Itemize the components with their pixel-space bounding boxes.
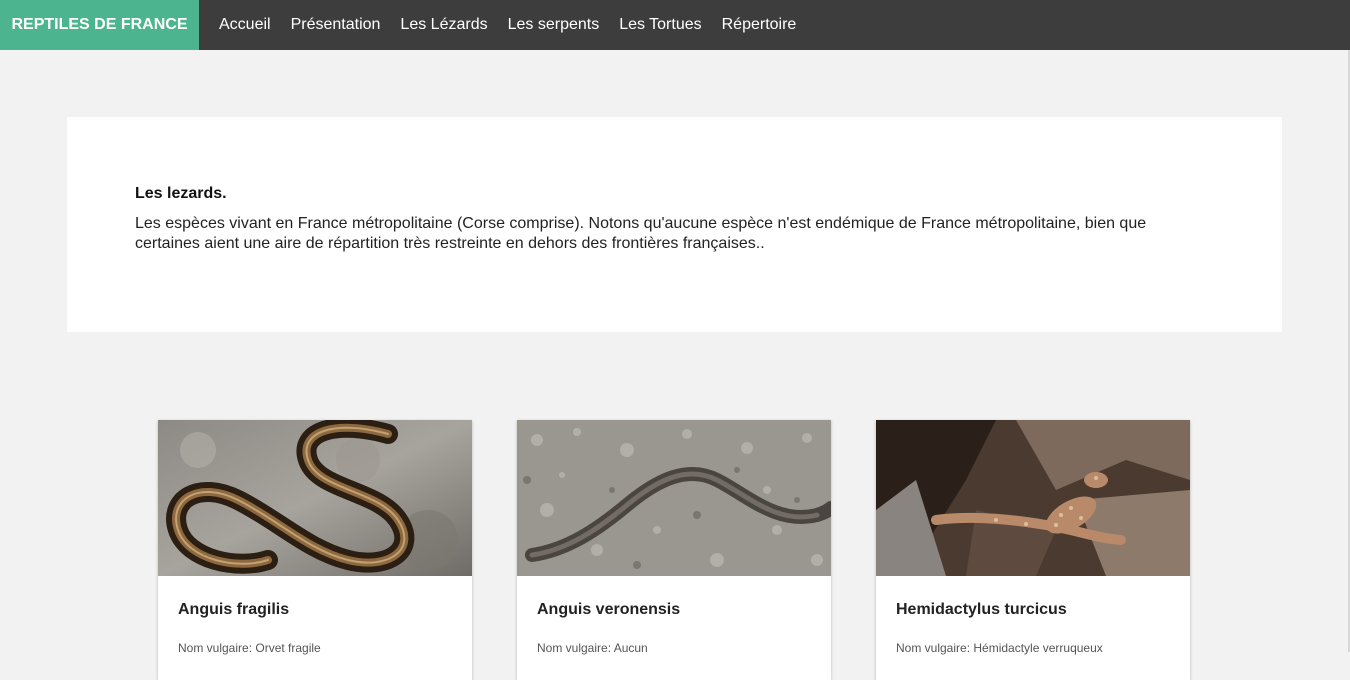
common-name-value: Hémidactyle verruqueux xyxy=(973,641,1103,655)
nav-link-repertoire[interactable]: Répertoire xyxy=(712,16,807,34)
common-name-label: Nom vulgaire: xyxy=(896,641,971,655)
slow-worm-photo[interactable] xyxy=(158,420,472,576)
nav-link-tortues[interactable]: Les Tortues xyxy=(609,16,711,34)
common-name-label: Nom vulgaire: xyxy=(537,641,612,655)
nav-link-presentation[interactable]: Présentation xyxy=(281,16,391,34)
intro-title: Les lezards. xyxy=(135,185,227,202)
card-title: Anguis fragilis xyxy=(178,601,290,618)
intro-description: Les espèces vivant en France métropolita… xyxy=(135,215,1147,252)
species-card-anguis-veronensis[interactable]: Anguis veronensis Nom vulgaire: Aucun xyxy=(517,420,831,680)
species-card-hemidactylus-turcicus[interactable]: Hemidactylus turcicus Nom vulgaire: Hémi… xyxy=(876,420,1190,680)
card-common-name: Nom vulgaire: Hémidactyle verruqueux xyxy=(896,641,1190,655)
nav-link-lezards[interactable]: Les Lézards xyxy=(390,16,497,34)
common-name-value: Orvet fragile xyxy=(255,641,321,655)
gecko-bark-photo[interactable] xyxy=(876,420,1190,576)
slow-worm-gravel-photo[interactable] xyxy=(517,420,831,576)
card-title: Anguis veronensis xyxy=(537,601,681,618)
top-navbar: REPTILES DE FRANCE Accueil Présentation … xyxy=(0,0,1350,50)
common-name-label: Nom vulgaire: xyxy=(178,641,253,655)
nav-menu: Accueil Présentation Les Lézards Les ser… xyxy=(199,0,806,50)
brand-logo-link[interactable]: REPTILES DE FRANCE xyxy=(0,0,199,50)
common-name-value: Aucun xyxy=(613,641,648,655)
card-title: Hemidactylus turcicus xyxy=(896,601,1067,618)
nav-link-serpents[interactable]: Les serpents xyxy=(498,16,610,34)
species-card-anguis-fragilis[interactable]: Anguis fragilis Nom vulgaire: Orvet frag… xyxy=(158,420,472,680)
intro-panel: Les lezards. Les espèces vivant en Franc… xyxy=(67,117,1282,332)
card-common-name: Nom vulgaire: Aucun xyxy=(537,641,831,655)
card-common-name: Nom vulgaire: Orvet fragile xyxy=(178,641,472,655)
nav-link-accueil[interactable]: Accueil xyxy=(209,16,281,34)
